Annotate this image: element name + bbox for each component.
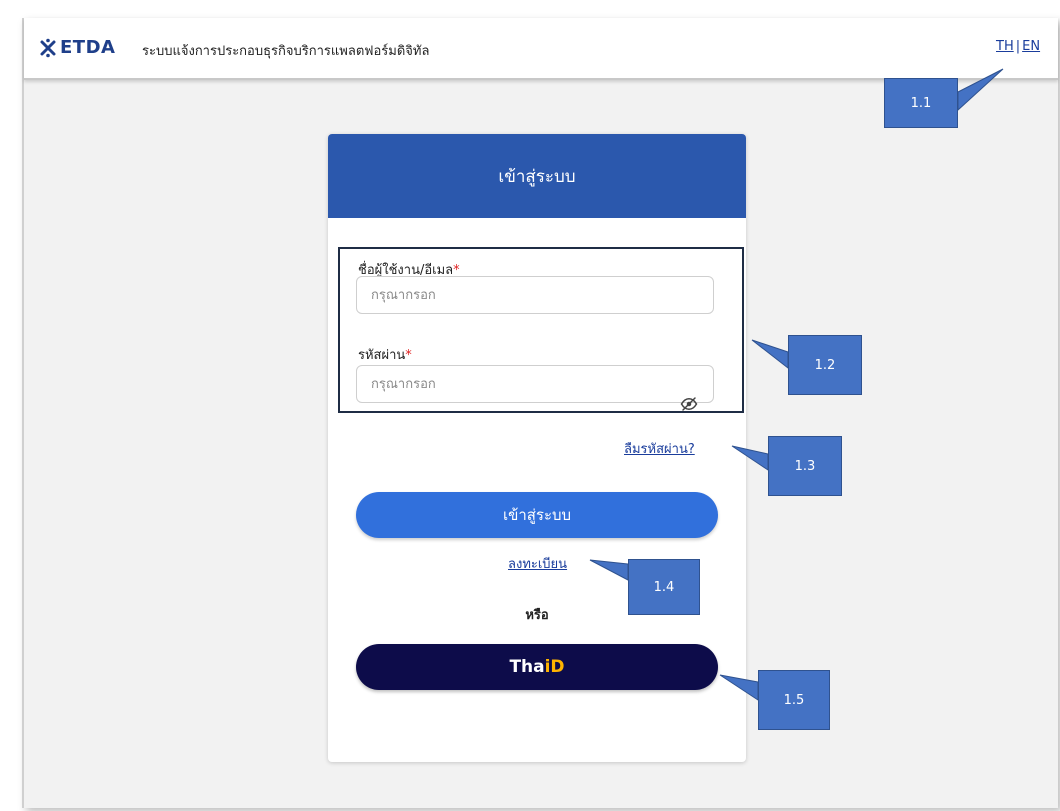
lang-th-link[interactable]: TH bbox=[996, 39, 1014, 54]
callout-1-5: 1.5 bbox=[758, 670, 830, 730]
thaid-prefix: Tha bbox=[509, 657, 545, 677]
etda-logo-icon bbox=[40, 38, 56, 57]
top-bar: ETDA ระบบแจ้งการประกอบธุรกิจบริการแพลตฟอ… bbox=[24, 18, 1058, 80]
callout-1-4: 1.4 bbox=[628, 559, 700, 615]
thaid-login-button[interactable]: ThaiD bbox=[356, 644, 718, 690]
lang-en-link[interactable]: EN bbox=[1022, 39, 1040, 54]
login-title: เข้าสู่ระบบ bbox=[498, 166, 576, 187]
etda-logo[interactable]: ETDA bbox=[38, 37, 115, 58]
language-switcher: TH | EN bbox=[996, 39, 1040, 54]
login-card: เข้าสู่ระบบ ชื่อผู้ใช้งาน/อีเมล* รหัสผ่า… bbox=[328, 134, 746, 762]
thaid-accent: iD bbox=[544, 657, 565, 677]
callout-1-2: 1.2 bbox=[788, 335, 862, 395]
lang-separator: | bbox=[1015, 39, 1021, 54]
login-button[interactable]: เข้าสู่ระบบ bbox=[356, 492, 718, 538]
login-card-header: เข้าสู่ระบบ bbox=[328, 134, 746, 218]
app-title: ระบบแจ้งการประกอบธุรกิจบริการแพลตฟอร์มดิ… bbox=[142, 44, 430, 59]
app-window: ETDA ระบบแจ้งการประกอบธุรกิจบริการแพลตฟอ… bbox=[22, 18, 1058, 808]
callout-1-1: 1.1 bbox=[884, 78, 958, 128]
logo-text: ETDA bbox=[60, 37, 116, 58]
forgot-password-link[interactable]: ลืมรหัสผ่าน? bbox=[624, 438, 695, 459]
register-link[interactable]: ลงทะเบียน bbox=[508, 553, 567, 574]
credentials-highlight-box bbox=[338, 247, 744, 413]
callout-1-3: 1.3 bbox=[768, 436, 842, 496]
